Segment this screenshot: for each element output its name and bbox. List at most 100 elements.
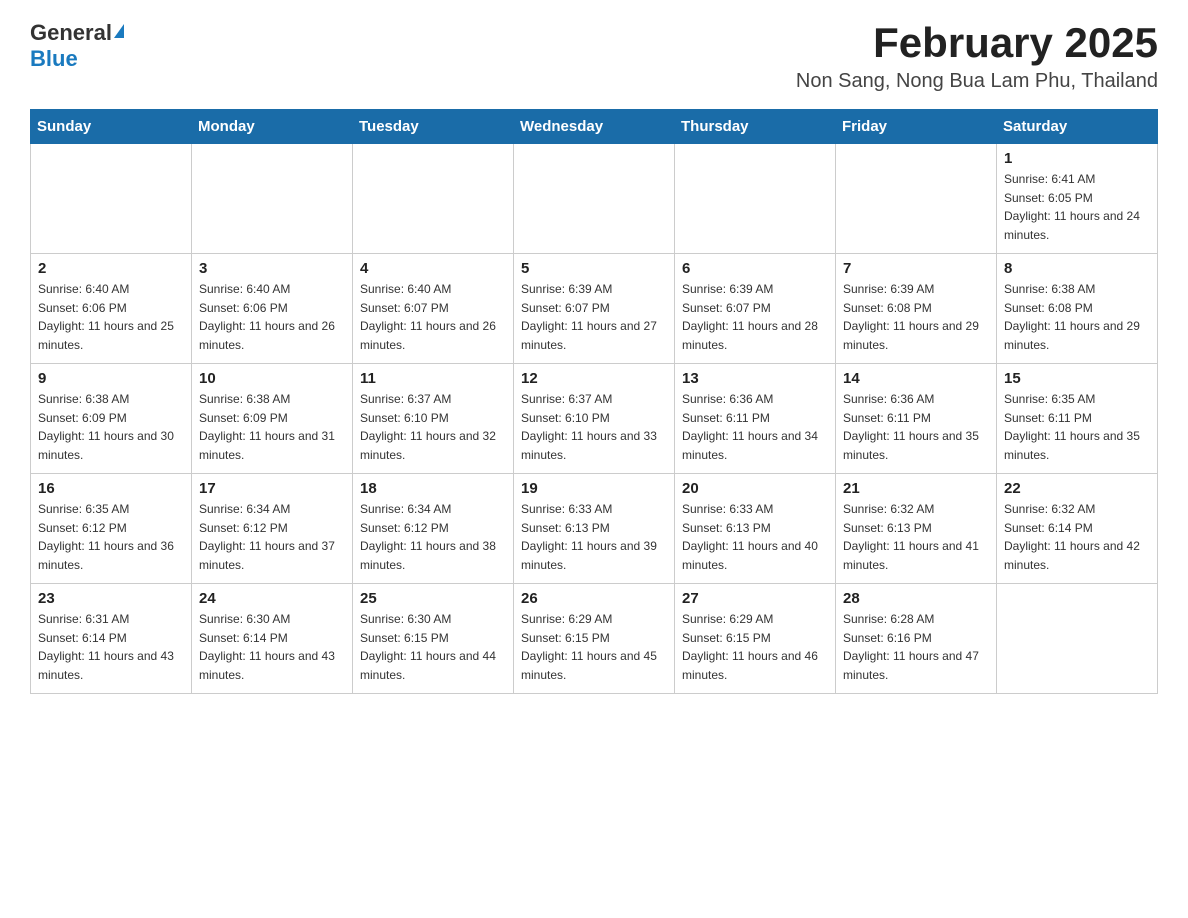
calendar-week-row: 1 Sunrise: 6:41 AMSunset: 6:05 PMDaylight… — [31, 144, 1158, 254]
day-number: 13 — [682, 370, 828, 387]
calendar-cell: 19 Sunrise: 6:33 AMSunset: 6:13 PMDayligh… — [514, 474, 675, 584]
calendar-cell — [192, 144, 353, 254]
day-info: Sunrise: 6:33 AMSunset: 6:13 PMDaylight:… — [682, 500, 828, 574]
day-number: 17 — [199, 480, 345, 497]
title-block: February 2025 Non Sang, Nong Bua Lam Phu… — [796, 20, 1158, 93]
calendar-cell — [353, 144, 514, 254]
calendar-cell: 14 Sunrise: 6:36 AMSunset: 6:11 PMDayligh… — [836, 364, 997, 474]
day-number: 18 — [360, 480, 506, 497]
day-number: 19 — [521, 480, 667, 497]
day-number: 23 — [38, 590, 184, 607]
month-title: February 2025 — [796, 20, 1158, 66]
calendar-cell: 16 Sunrise: 6:35 AMSunset: 6:12 PMDayligh… — [31, 474, 192, 584]
day-info: Sunrise: 6:40 AMSunset: 6:06 PMDaylight:… — [199, 280, 345, 354]
day-info: Sunrise: 6:41 AMSunset: 6:05 PMDaylight:… — [1004, 170, 1150, 244]
day-info: Sunrise: 6:29 AMSunset: 6:15 PMDaylight:… — [521, 610, 667, 684]
day-number: 10 — [199, 370, 345, 387]
day-info: Sunrise: 6:38 AMSunset: 6:08 PMDaylight:… — [1004, 280, 1150, 354]
weekday-header-thursday: Thursday — [675, 110, 836, 144]
day-info: Sunrise: 6:40 AMSunset: 6:06 PMDaylight:… — [38, 280, 184, 354]
calendar-cell: 2 Sunrise: 6:40 AMSunset: 6:06 PMDaylight… — [31, 254, 192, 364]
day-info: Sunrise: 6:35 AMSunset: 6:12 PMDaylight:… — [38, 500, 184, 574]
day-info: Sunrise: 6:35 AMSunset: 6:11 PMDaylight:… — [1004, 390, 1150, 464]
calendar-cell: 20 Sunrise: 6:33 AMSunset: 6:13 PMDayligh… — [675, 474, 836, 584]
day-info: Sunrise: 6:30 AMSunset: 6:15 PMDaylight:… — [360, 610, 506, 684]
calendar-cell: 1 Sunrise: 6:41 AMSunset: 6:05 PMDaylight… — [997, 144, 1158, 254]
day-number: 28 — [843, 590, 989, 607]
day-number: 16 — [38, 480, 184, 497]
page-header: General Blue February 2025 Non Sang, Non… — [30, 20, 1158, 93]
day-info: Sunrise: 6:38 AMSunset: 6:09 PMDaylight:… — [38, 390, 184, 464]
calendar-week-row: 16 Sunrise: 6:35 AMSunset: 6:12 PMDayligh… — [31, 474, 1158, 584]
weekday-header-sunday: Sunday — [31, 110, 192, 144]
day-number: 2 — [38, 260, 184, 277]
calendar-cell — [675, 144, 836, 254]
day-number: 8 — [1004, 260, 1150, 277]
calendar-cell — [514, 144, 675, 254]
day-info: Sunrise: 6:39 AMSunset: 6:07 PMDaylight:… — [521, 280, 667, 354]
day-number: 4 — [360, 260, 506, 277]
day-info: Sunrise: 6:36 AMSunset: 6:11 PMDaylight:… — [843, 390, 989, 464]
calendar-cell: 26 Sunrise: 6:29 AMSunset: 6:15 PMDayligh… — [514, 584, 675, 694]
logo-blue-text: Blue — [30, 46, 78, 72]
calendar-cell: 22Sunrise: 6:32 AMSunset: 6:14 PMDayligh… — [997, 474, 1158, 584]
calendar-cell: 9 Sunrise: 6:38 AMSunset: 6:09 PMDaylight… — [31, 364, 192, 474]
day-info: Sunrise: 6:37 AMSunset: 6:10 PMDaylight:… — [521, 390, 667, 464]
calendar-cell: 5 Sunrise: 6:39 AMSunset: 6:07 PMDaylight… — [514, 254, 675, 364]
calendar-cell: 18 Sunrise: 6:34 AMSunset: 6:12 PMDayligh… — [353, 474, 514, 584]
day-number: 1 — [1004, 150, 1150, 167]
day-number: 6 — [682, 260, 828, 277]
day-number: 26 — [521, 590, 667, 607]
day-info: Sunrise: 6:36 AMSunset: 6:11 PMDaylight:… — [682, 390, 828, 464]
weekday-header-tuesday: Tuesday — [353, 110, 514, 144]
weekday-header-monday: Monday — [192, 110, 353, 144]
day-number: 11 — [360, 370, 506, 387]
day-info: Sunrise: 6:39 AMSunset: 6:08 PMDaylight:… — [843, 280, 989, 354]
day-info: Sunrise: 6:31 AMSunset: 6:14 PMDaylight:… — [38, 610, 184, 684]
day-number: 20 — [682, 480, 828, 497]
calendar-cell: 3 Sunrise: 6:40 AMSunset: 6:06 PMDaylight… — [192, 254, 353, 364]
day-info: Sunrise: 6:32 AMSunset: 6:13 PMDaylight:… — [843, 500, 989, 574]
calendar-cell: 10 Sunrise: 6:38 AMSunset: 6:09 PMDayligh… — [192, 364, 353, 474]
logo-general-text: General — [30, 20, 112, 46]
calendar-week-row: 2 Sunrise: 6:40 AMSunset: 6:06 PMDaylight… — [31, 254, 1158, 364]
calendar-cell: 28Sunrise: 6:28 AMSunset: 6:16 PMDayligh… — [836, 584, 997, 694]
day-info: Sunrise: 6:29 AMSunset: 6:15 PMDaylight:… — [682, 610, 828, 684]
day-info: Sunrise: 6:34 AMSunset: 6:12 PMDaylight:… — [199, 500, 345, 574]
calendar-cell: 4 Sunrise: 6:40 AMSunset: 6:07 PMDaylight… — [353, 254, 514, 364]
calendar-header: SundayMondayTuesdayWednesdayThursdayFrid… — [31, 110, 1158, 144]
calendar-cell: 6 Sunrise: 6:39 AMSunset: 6:07 PMDaylight… — [675, 254, 836, 364]
calendar-cell — [31, 144, 192, 254]
calendar-week-row: 23 Sunrise: 6:31 AMSunset: 6:14 PMDayligh… — [31, 584, 1158, 694]
day-number: 9 — [38, 370, 184, 387]
day-info: Sunrise: 6:38 AMSunset: 6:09 PMDaylight:… — [199, 390, 345, 464]
calendar-body: 1 Sunrise: 6:41 AMSunset: 6:05 PMDaylight… — [31, 144, 1158, 694]
calendar-cell: 23 Sunrise: 6:31 AMSunset: 6:14 PMDayligh… — [31, 584, 192, 694]
day-number: 5 — [521, 260, 667, 277]
calendar-cell: 24 Sunrise: 6:30 AMSunset: 6:14 PMDayligh… — [192, 584, 353, 694]
calendar-cell: 7 Sunrise: 6:39 AMSunset: 6:08 PMDaylight… — [836, 254, 997, 364]
day-number: 24 — [199, 590, 345, 607]
weekday-header-wednesday: Wednesday — [514, 110, 675, 144]
calendar-cell: 15Sunrise: 6:35 AMSunset: 6:11 PMDayligh… — [997, 364, 1158, 474]
calendar-cell: 27Sunrise: 6:29 AMSunset: 6:15 PMDayligh… — [675, 584, 836, 694]
location-title: Non Sang, Nong Bua Lam Phu, Thailand — [796, 70, 1158, 93]
day-info: Sunrise: 6:34 AMSunset: 6:12 PMDaylight:… — [360, 500, 506, 574]
calendar-cell: 25Sunrise: 6:30 AMSunset: 6:15 PMDayligh… — [353, 584, 514, 694]
weekday-header-saturday: Saturday — [997, 110, 1158, 144]
day-info: Sunrise: 6:33 AMSunset: 6:13 PMDaylight:… — [521, 500, 667, 574]
day-number: 3 — [199, 260, 345, 277]
day-info: Sunrise: 6:40 AMSunset: 6:07 PMDaylight:… — [360, 280, 506, 354]
day-number: 21 — [843, 480, 989, 497]
calendar-cell: 21 Sunrise: 6:32 AMSunset: 6:13 PMDayligh… — [836, 474, 997, 584]
day-info: Sunrise: 6:32 AMSunset: 6:14 PMDaylight:… — [1004, 500, 1150, 574]
weekday-header-friday: Friday — [836, 110, 997, 144]
day-info: Sunrise: 6:30 AMSunset: 6:14 PMDaylight:… — [199, 610, 345, 684]
day-number: 14 — [843, 370, 989, 387]
day-info: Sunrise: 6:39 AMSunset: 6:07 PMDaylight:… — [682, 280, 828, 354]
logo: General Blue — [30, 20, 124, 72]
weekday-header-row: SundayMondayTuesdayWednesdayThursdayFrid… — [31, 110, 1158, 144]
day-number: 7 — [843, 260, 989, 277]
calendar-cell: 12Sunrise: 6:37 AMSunset: 6:10 PMDayligh… — [514, 364, 675, 474]
calendar-cell — [997, 584, 1158, 694]
